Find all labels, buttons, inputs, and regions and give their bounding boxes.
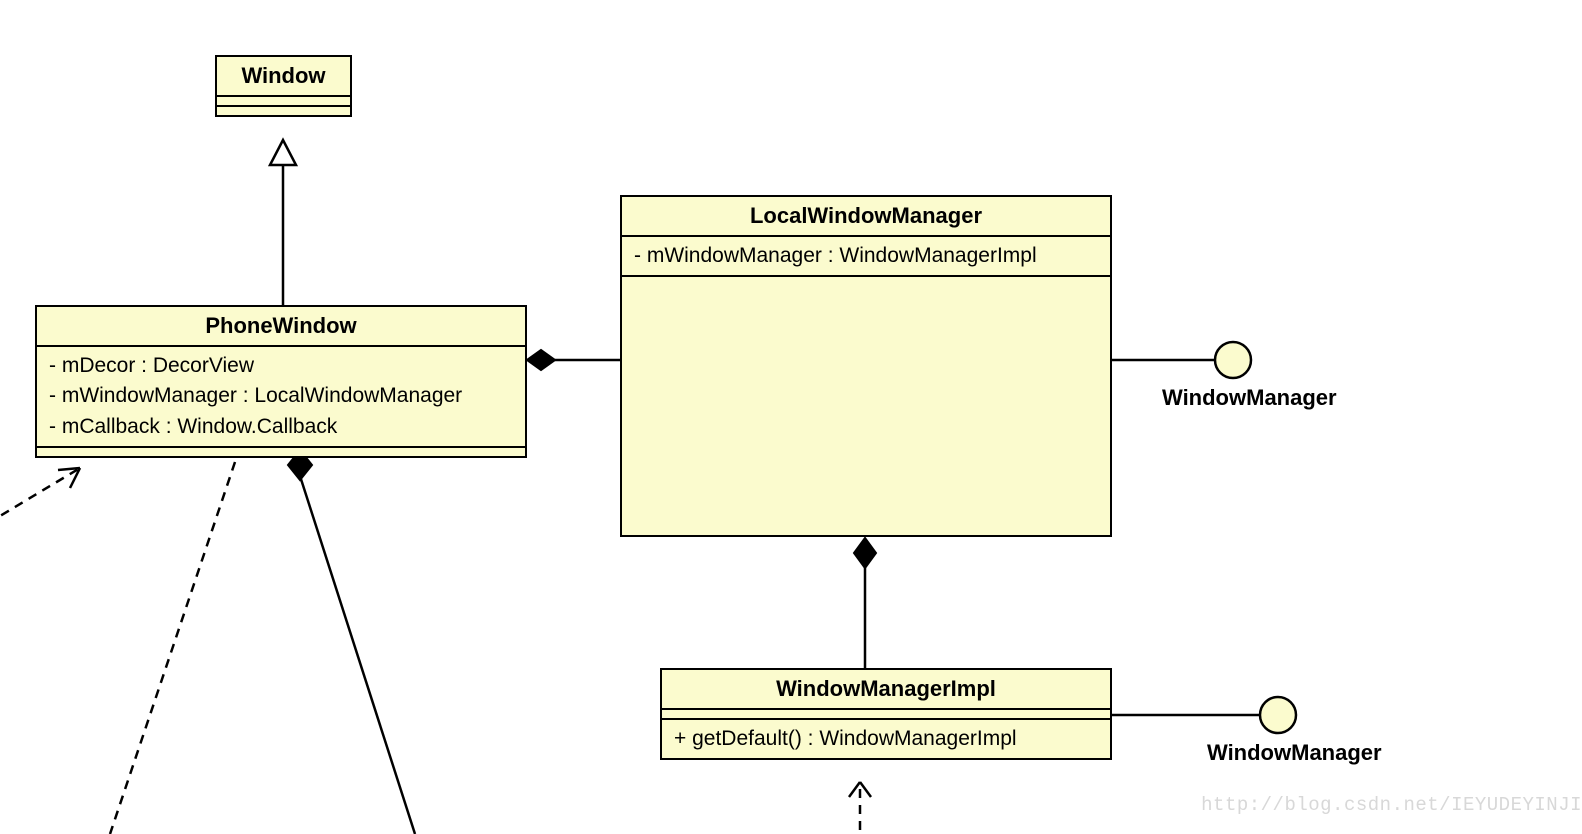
class-localwindowmanager-title: LocalWindowManager — [622, 197, 1110, 237]
class-windowmanagerimpl-methods: + getDefault() : WindowManagerImpl — [662, 720, 1110, 758]
class-phonewindow-title: PhoneWindow — [37, 307, 525, 347]
class-localwindowmanager-methods — [622, 277, 1110, 285]
attr-row: - mWindowManager : WindowManagerImpl — [634, 241, 1098, 271]
class-phonewindow-methods — [37, 448, 525, 456]
class-localwindowmanager: LocalWindowManager - mWindowManager : Wi… — [620, 195, 1112, 537]
class-windowmanagerimpl-title: WindowManagerImpl — [662, 670, 1110, 710]
method-row: + getDefault() : WindowManagerImpl — [674, 724, 1098, 754]
class-phonewindow: PhoneWindow - mDecor : DecorView - mWind… — [35, 305, 527, 458]
class-window-attrs — [217, 97, 350, 107]
attr-row: - mCallback : Window.Callback — [49, 412, 513, 442]
class-window-methods — [217, 107, 350, 115]
class-localwindowmanager-attrs: - mWindowManager : WindowManagerImpl — [622, 237, 1110, 277]
watermark-text: http://blog.csdn.net/IEYUDEYINJI — [1201, 794, 1582, 816]
interface-label-windowmanager-2: WindowManager — [1207, 740, 1382, 766]
interface-label-windowmanager-1: WindowManager — [1162, 385, 1337, 411]
attr-row: - mDecor : DecorView — [49, 351, 513, 381]
class-window: Window — [215, 55, 352, 117]
class-windowmanagerimpl-attrs — [662, 710, 1110, 720]
class-phonewindow-attrs: - mDecor : DecorView - mWindowManager : … — [37, 347, 525, 448]
attr-row: - mWindowManager : LocalWindowManager — [49, 381, 513, 411]
class-windowmanagerimpl: WindowManagerImpl + getDefault() : Windo… — [660, 668, 1112, 760]
class-window-title: Window — [217, 57, 350, 97]
